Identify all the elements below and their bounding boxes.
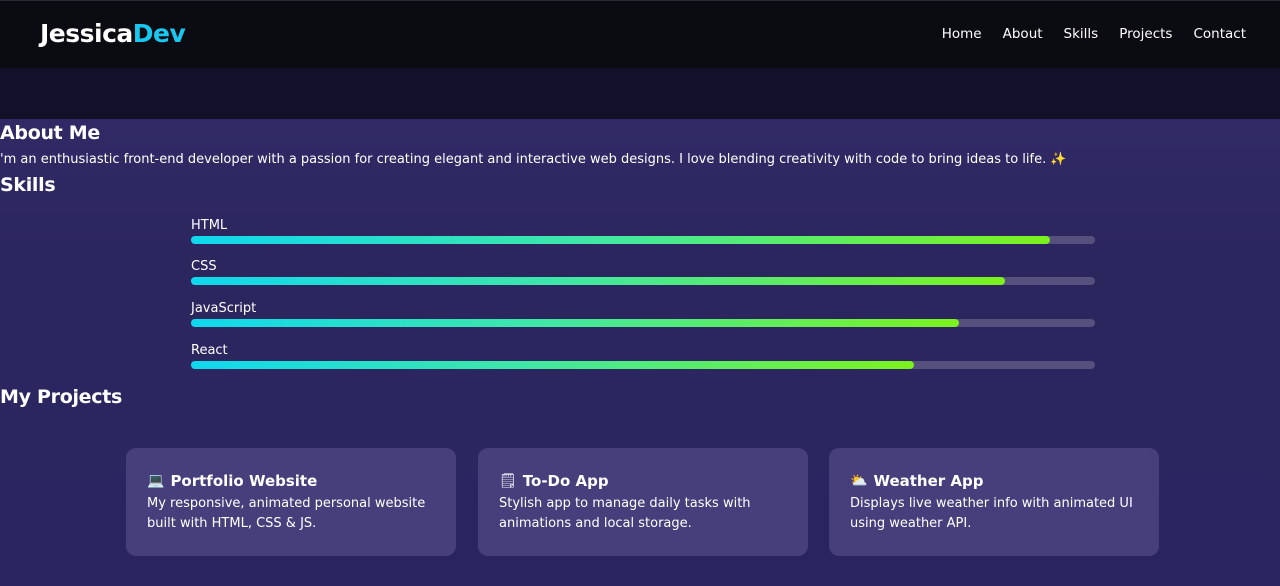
projects-heading: My Projects (0, 386, 123, 408)
about-paragraph: 'm an enthusiastic front-end developer w… (0, 152, 1047, 167)
skill-label: HTML (191, 218, 228, 233)
skill-fill (191, 277, 1005, 285)
card-title: 💻 Portfolio Website (147, 470, 435, 492)
skill-track (191, 319, 1095, 327)
project-card-weather[interactable]: ⛅ Weather App Displays live weather info… (829, 448, 1159, 556)
main-nav: Home About Skills Projects Contact (942, 26, 1246, 42)
skill-track (191, 236, 1095, 244)
about-text: 'm an enthusiastic front-end developer w… (0, 152, 1280, 167)
notepad-icon: 🗒 (499, 473, 517, 489)
card-title-text: To-Do App (522, 472, 609, 490)
site-header: JessicaDev Home About Skills Projects Co… (0, 0, 1280, 68)
skill-fill (191, 236, 1050, 244)
project-card-portfolio[interactable]: 💻 Portfolio Website My responsive, anima… (126, 448, 456, 556)
skill-html: HTML (191, 218, 1095, 244)
card-title: 🗒 To-Do App (499, 470, 787, 492)
nav-contact-link[interactable]: Contact (1193, 26, 1246, 42)
card-description: Displays live weather info with animated… (850, 496, 1133, 531)
site-logo[interactable]: JessicaDev (40, 19, 186, 48)
weather-icon: ⛅ (850, 473, 868, 489)
skill-css: CSS (191, 259, 1095, 285)
hero-strip (0, 68, 1280, 119)
skill-fill (191, 361, 915, 369)
nav-skills-link[interactable]: Skills (1064, 26, 1099, 42)
nav-home-link[interactable]: Home (942, 26, 982, 42)
card-description: My responsive, animated personal website… (147, 496, 426, 531)
skill-react: React (191, 343, 1095, 369)
card-title-text: Portfolio Website (170, 472, 318, 490)
skills-heading: Skills (0, 174, 56, 196)
skill-track (191, 361, 1095, 369)
nav-projects-link[interactable]: Projects (1119, 26, 1172, 42)
skill-javascript: JavaScript (191, 301, 1095, 327)
card-title: ⛅ Weather App (850, 470, 1138, 492)
page: JessicaDev Home About Skills Projects Co… (0, 0, 1280, 586)
skill-track (191, 277, 1095, 285)
logo-name: Jessica (40, 19, 133, 48)
laptop-icon: 💻 (147, 473, 165, 489)
skill-label: React (191, 343, 228, 358)
skill-label: JavaScript (191, 301, 257, 316)
sparkle-icon: ✨ (1050, 152, 1067, 167)
card-description: Stylish app to manage daily tasks with a… (499, 496, 751, 531)
nav-about-link[interactable]: About (1003, 26, 1043, 42)
about-heading: About Me (0, 122, 100, 144)
card-title-text: Weather App (873, 472, 984, 490)
logo-suffix: Dev (132, 19, 186, 48)
skill-fill (191, 319, 960, 327)
skill-label: CSS (191, 259, 217, 274)
project-card-todo[interactable]: 🗒 To-Do App Stylish app to manage daily … (478, 448, 808, 556)
